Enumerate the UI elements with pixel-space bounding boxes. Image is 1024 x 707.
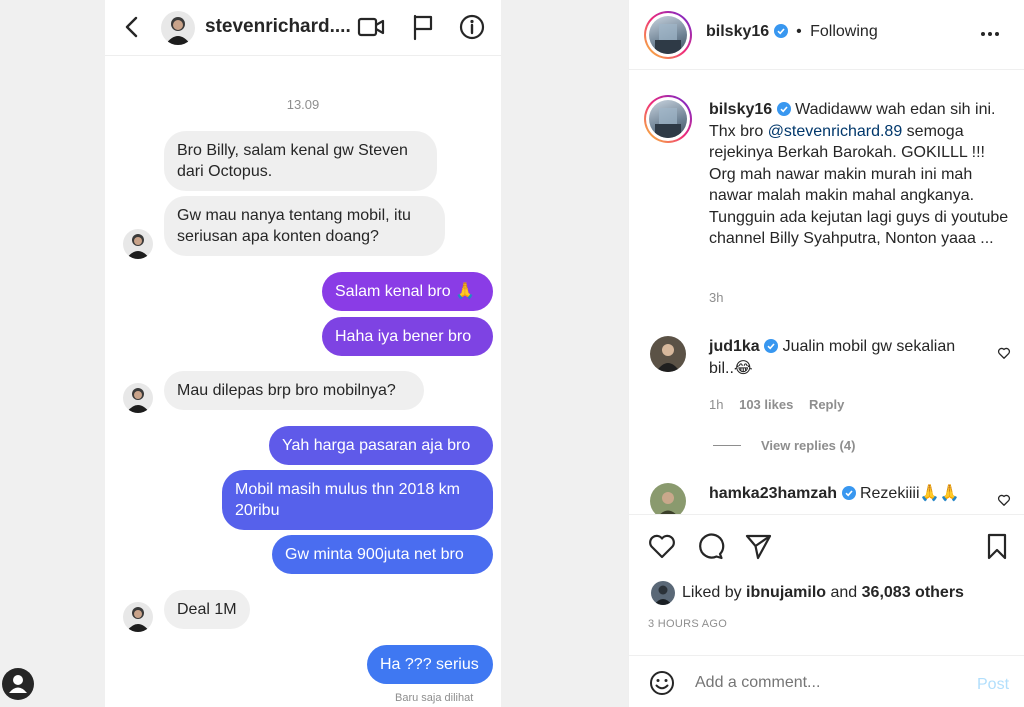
message-in: Mau dilepas brp bro mobilnya? [164,371,424,410]
save-bookmark-icon[interactable] [982,531,1012,561]
dm-avatar [161,11,195,45]
add-comment-bar: Post [629,655,1024,707]
liked-by-and: and [830,584,858,601]
commenter-avatar[interactable] [650,336,686,372]
user-tags-button[interactable] [2,668,34,700]
comment-text: Rezekiiii🙏🙏 [859,485,960,502]
dm-header: stevenrichard.... [105,0,501,56]
person-icon [9,675,27,693]
verified-badge-icon [764,339,779,353]
separator-dot: • [796,23,802,40]
verified-badge-icon [776,102,791,116]
comment-bubble-icon[interactable] [695,531,725,561]
more-dots-icon [981,32,999,36]
message-in: Gw mau nanya tentang mobil, itu seriusan… [164,196,445,256]
info-icon [459,14,485,40]
post-comment-button[interactable]: Post [977,676,1009,694]
message-out: Ha ??? serius [367,645,493,684]
post-details: bilsky16 • Following bilsky16 Wadidaww w… [628,0,1024,707]
caption: bilsky16 Wadidaww wah edan sih ini. Thx … [709,99,1009,250]
message-in: Bro Billy, salam kenal gw Steven dari Oc… [164,131,437,191]
comment-likes[interactable]: 103 likes [739,397,793,412]
likes-summary: Liked by ibnujamilo and 36,083 others [682,584,964,602]
video-call-icon [357,17,385,37]
sender-avatar [123,602,153,632]
back-arrow-icon [125,16,138,38]
caption-text-end: semoga rejekinya Berkah Barokah. GOKILLL… [709,122,1009,248]
emoji-icon[interactable] [649,670,675,696]
message-out: Mobil masih mulus thn 2018 km 20ribu [222,470,493,530]
comment-username[interactable]: jud1ka [709,338,760,355]
commenter-avatar[interactable] [650,483,686,514]
message-in: Deal 1M [164,590,250,629]
heart-icon[interactable] [997,493,1011,507]
caption-time[interactable]: 3h [709,290,723,305]
share-send-icon[interactable] [743,531,773,561]
comment-input[interactable] [695,670,955,696]
message-out: Salam kenal bro 🙏 [322,272,493,311]
dm-username: stevenrichard.... [205,16,351,37]
dm-screenshot: stevenrichard.... 13.09 Bro Billy, salam… [105,0,501,707]
dm-date: 13.09 [286,97,320,112]
post-media: stevenrichard.... 13.09 Bro Billy, salam… [0,0,628,707]
heart-icon[interactable] [997,346,1011,360]
comment: hamka23hamzah Rezekiiii🙏🙏 [709,483,979,505]
message-out: Gw minta 900juta net bro [272,535,493,574]
liked-by-avatar[interactable] [651,581,675,605]
flag-icon [413,14,433,41]
author-avatar[interactable] [644,11,692,59]
post-actions: Liked by ibnujamilo and 36,083 others 3 … [629,514,1024,654]
replies-divider [713,445,741,446]
following-button[interactable]: Following [810,23,878,40]
comment: jud1ka Jualin mobil gw sekalian bil..😂 [709,336,979,380]
comment-username[interactable]: hamka23hamzah [709,485,837,502]
caption-mention-link[interactable]: @stevenrichard.89 [768,123,903,140]
message-out: Yah harga pasaran aja bro [269,426,493,465]
post-timestamp[interactable]: 3 HOURS AGO [648,618,727,630]
verified-badge-icon [841,486,856,500]
liked-by-prefix: Liked by [682,584,742,601]
caption-avatar[interactable] [644,95,692,143]
reply-button[interactable]: Reply [809,397,844,412]
comments-section: bilsky16 Wadidaww wah edan sih ini. Thx … [629,71,1024,514]
caption-username[interactable]: bilsky16 [709,101,772,118]
sender-avatar [123,383,153,413]
liked-by-user[interactable]: ibnujamilo [746,584,826,601]
more-options-button[interactable] [975,22,1005,46]
comment-time[interactable]: 1h [709,397,723,412]
message-out: Haha iya bener bro [322,317,493,356]
author-username[interactable]: bilsky16 [706,23,769,40]
seen-status: Baru saja dilihat [395,692,474,704]
like-heart-icon[interactable] [647,531,677,561]
sender-avatar [123,229,153,259]
liked-by-others[interactable]: 36,083 others [862,584,964,601]
post-header: bilsky16 • Following [629,0,1024,70]
view-replies-button[interactable]: View replies (4) [761,438,855,453]
verified-badge-icon [773,24,788,38]
